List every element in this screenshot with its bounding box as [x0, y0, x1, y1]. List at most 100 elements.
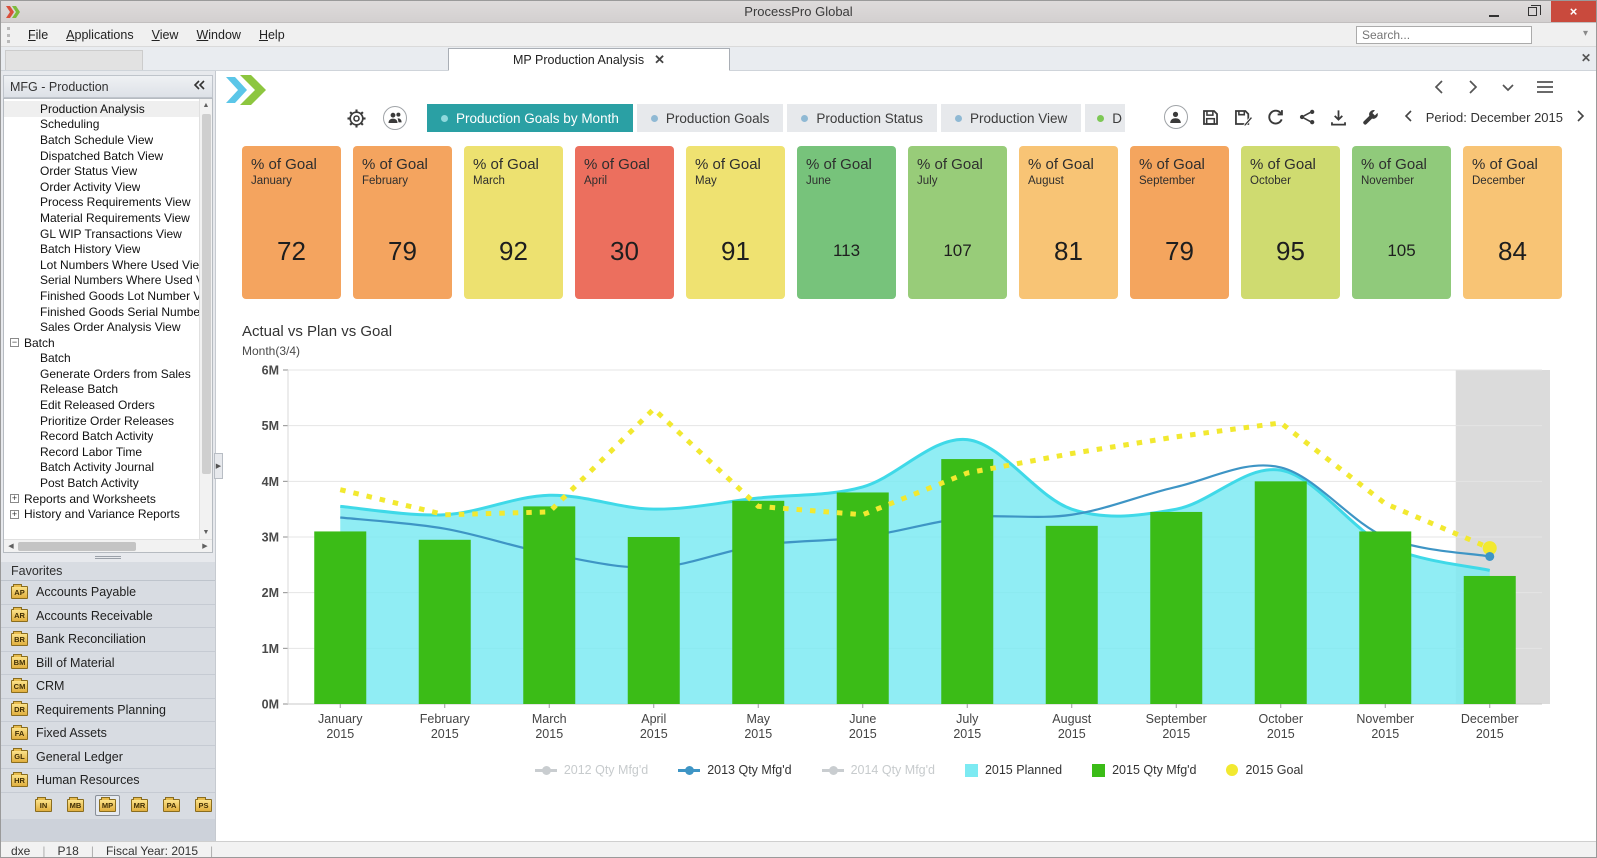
tree-item-reports-and-worksheets[interactable]: + Reports and Worksheets: [4, 491, 212, 507]
tree-item-lot-numbers-where-used-view[interactable]: Lot Numbers Where Used View: [4, 257, 212, 273]
period-next-icon[interactable]: [1575, 109, 1586, 126]
document-tab[interactable]: MP Production Analysis ✕: [448, 48, 730, 71]
users-icon[interactable]: [383, 106, 407, 130]
tab-dot-icon: [955, 115, 962, 122]
tab-production-goals-by-month[interactable]: Production Goals by Month: [427, 104, 633, 132]
favorite-item-accounts-payable[interactable]: APAccounts Payable: [1, 581, 215, 605]
tree-item-batch-schedule-view[interactable]: Batch Schedule View: [4, 132, 212, 148]
menu-item-view[interactable]: View: [143, 25, 188, 45]
period-prev-icon[interactable]: [1403, 109, 1414, 126]
tree-item-production-analysis[interactable]: Production Analysis: [4, 101, 212, 117]
expand-icon[interactable]: +: [10, 494, 19, 503]
favorite-item-requirements-planning[interactable]: DRRequirements Planning: [1, 699, 215, 723]
nav-back-icon[interactable]: [1432, 79, 1446, 95]
tree-item-gl-wip-transactions-view[interactable]: GL WIP Transactions View: [4, 226, 212, 242]
save-as-icon[interactable]: [1233, 108, 1253, 127]
legend-2014-qty-mfg-d[interactable]: 2014 Qty Mfg'd: [822, 763, 935, 777]
scroll-right-icon[interactable]: ▶: [198, 542, 212, 550]
menu-item-window[interactable]: Window: [187, 25, 249, 45]
tree-vertical-scrollbar[interactable]: ▲ ▼: [199, 99, 212, 539]
legend-2013-qty-mfg-d[interactable]: 2013 Qty Mfg'd: [678, 763, 791, 777]
favorite-item-fixed-assets[interactable]: FAFixed Assets: [1, 722, 215, 746]
legend-2015-qty-mfg-d[interactable]: 2015 Qty Mfg'd: [1092, 763, 1196, 777]
menu-item-help[interactable]: Help: [250, 25, 294, 45]
module-icon-mb[interactable]: MB: [63, 795, 88, 816]
scroll-down-icon[interactable]: ▼: [203, 526, 210, 539]
refresh-icon[interactable]: [1266, 108, 1285, 127]
search-input[interactable]: [1356, 26, 1532, 44]
tab-production-status[interactable]: Production Status: [787, 104, 937, 132]
tree-item-serial-numbers-where-used-view[interactable]: Serial Numbers Where Used View: [4, 273, 212, 289]
tree-item-process-requirements-view[interactable]: Process Requirements View: [4, 195, 212, 211]
close-button[interactable]: ×: [1551, 1, 1596, 22]
sidebar-splitter[interactable]: [1, 553, 215, 562]
tree-item-sales-order-analysis-view[interactable]: Sales Order Analysis View: [4, 319, 212, 335]
search-dropdown-caret[interactable]: ▾: [1583, 28, 1588, 39]
favorite-item-general-ledger[interactable]: GLGeneral Ledger: [1, 746, 215, 770]
nav-forward-icon[interactable]: [1466, 79, 1480, 95]
tree-item-release-batch[interactable]: Release Batch: [4, 382, 212, 398]
tree-item-record-batch-activity[interactable]: Record Batch Activity: [4, 428, 212, 444]
tree-item-prioritize-order-releases[interactable]: Prioritize Order Releases: [4, 413, 212, 429]
collapse-panel-icon[interactable]: [192, 79, 206, 94]
tree-item-edit-released-orders[interactable]: Edit Released Orders: [4, 397, 212, 413]
legend-2012-qty-mfg-d[interactable]: 2012 Qty Mfg'd: [535, 763, 648, 777]
tree-item-generate-orders-from-sales[interactable]: Generate Orders from Sales: [4, 366, 212, 382]
tree-horizontal-scrollbar[interactable]: ◀ ▶: [4, 539, 212, 552]
module-icon-mr[interactable]: MR: [127, 795, 152, 816]
tree-item-batch[interactable]: Batch: [4, 351, 212, 367]
tabstrip-close-icon[interactable]: ✕: [1581, 51, 1591, 65]
settings-gear-icon[interactable]: [346, 108, 367, 129]
tree-item-scheduling[interactable]: Scheduling: [4, 117, 212, 133]
user-profile-icon[interactable]: [1164, 105, 1188, 129]
tab-close-icon[interactable]: ✕: [654, 52, 665, 68]
favorite-item-human-resources[interactable]: HRHuman Resources: [1, 769, 215, 793]
share-icon[interactable]: [1298, 108, 1316, 126]
download-icon[interactable]: [1329, 108, 1348, 127]
save-icon[interactable]: [1201, 108, 1220, 127]
tools-wrench-icon[interactable]: [1361, 108, 1380, 127]
tree-item-batch-history-view[interactable]: Batch History View: [4, 241, 212, 257]
scroll-up-icon[interactable]: ▲: [203, 99, 210, 112]
tab-production-goals[interactable]: Production Goals: [637, 104, 784, 132]
favorite-item-crm[interactable]: CMCRM: [1, 675, 215, 699]
panel-splitter-handle[interactable]: ▶: [214, 453, 223, 479]
tree-item-label: Reports and Worksheets: [24, 492, 156, 506]
favorite-item-bank-reconciliation[interactable]: BRBank Reconciliation: [1, 628, 215, 652]
legend-2015-planned[interactable]: 2015 Planned: [965, 763, 1062, 777]
tree-item-post-batch-activity[interactable]: Post Batch Activity: [4, 475, 212, 491]
tab-d[interactable]: D: [1085, 104, 1125, 132]
menu-item-file[interactable]: File: [19, 25, 57, 45]
tree-item-record-labor-time[interactable]: Record Labor Time: [4, 444, 212, 460]
favorite-item-bill-of-material[interactable]: BMBill of Material: [1, 652, 215, 676]
collapse-icon[interactable]: −: [10, 338, 19, 347]
tree-item-history-and-variance-reports[interactable]: +History and Variance Reports: [4, 506, 212, 522]
scroll-left-icon[interactable]: ◀: [4, 542, 18, 550]
chevron-down-icon[interactable]: [1500, 79, 1516, 95]
legend-2015-goal[interactable]: 2015 Goal: [1226, 763, 1303, 777]
tree-item-finished-goods-serial-number-view[interactable]: Finished Goods Serial Number View: [4, 304, 212, 320]
expand-icon[interactable]: +: [10, 510, 19, 519]
kpi-card-january: % of GoalJanuary72: [242, 146, 341, 299]
tree-item-order-status-view[interactable]: Order Status View: [4, 163, 212, 179]
tree-item-batch-activity-journal[interactable]: Batch Activity Journal: [4, 460, 212, 476]
scrollbar-thumb[interactable]: [202, 114, 211, 474]
scrollbar-thumb[interactable]: [18, 542, 136, 551]
minimize-button[interactable]: [1475, 1, 1513, 22]
tree-item-finished-goods-lot-number-view[interactable]: Finished Goods Lot Number View: [4, 288, 212, 304]
menu-hamburger-icon[interactable]: [1536, 79, 1554, 95]
module-icon-mp[interactable]: MP: [95, 795, 120, 816]
navigation-tree-panel: Production AnalysisSchedulingBatch Sched…: [3, 98, 213, 553]
tab-production-view[interactable]: Production View: [941, 104, 1081, 132]
restore-button[interactable]: [1513, 1, 1551, 22]
production-chart-svg: 0M1M2M3M4M5M6MJanuary2015February2015Mar…: [242, 364, 1550, 756]
tree-item-material-requirements-view[interactable]: Material Requirements View: [4, 210, 212, 226]
module-icon-ps[interactable]: PS: [191, 795, 215, 816]
menu-item-applications[interactable]: Applications: [57, 25, 142, 45]
tree-item-order-activity-view[interactable]: Order Activity View: [4, 179, 212, 195]
favorite-item-accounts-receivable[interactable]: ARAccounts Receivable: [1, 605, 215, 629]
module-icon-in[interactable]: IN: [31, 795, 56, 816]
module-icon-pa[interactable]: PA: [159, 795, 184, 816]
tree-item-dispatched-batch-view[interactable]: Dispatched Batch View: [4, 148, 212, 164]
tree-item-batch[interactable]: −Batch: [4, 335, 212, 351]
